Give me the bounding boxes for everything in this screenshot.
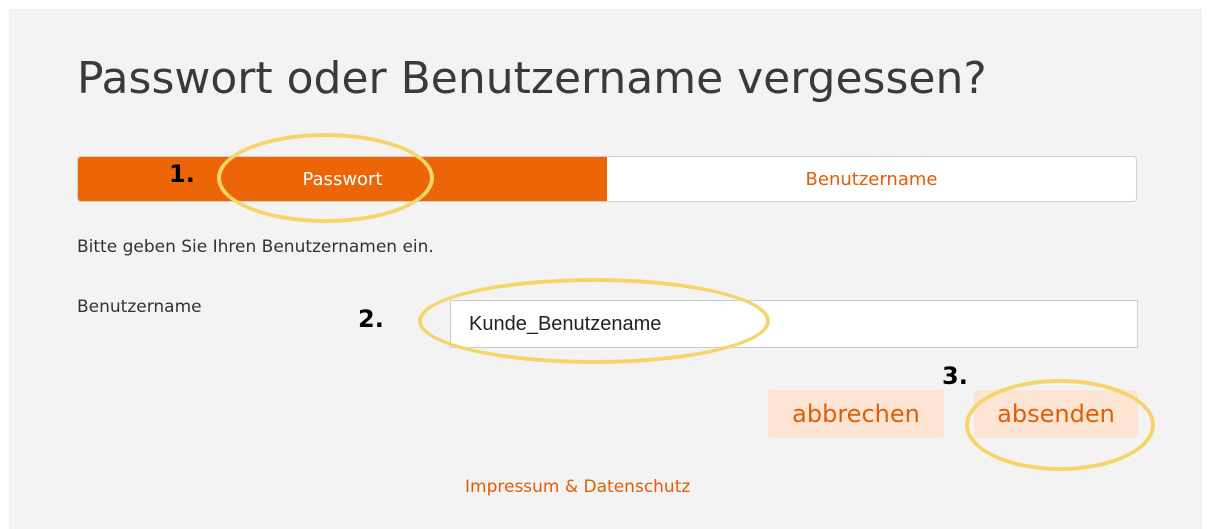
recovery-type-tabs: Passwort Benutzername: [77, 156, 1137, 202]
step-marker-1: 1.: [169, 160, 195, 188]
username-label: Benutzername: [77, 297, 202, 317]
form-panel: Passwort oder Benutzername vergessen? Pa…: [9, 9, 1202, 529]
imprint-privacy-link[interactable]: Impressum & Datenschutz: [465, 477, 690, 497]
page-title: Passwort oder Benutzername vergessen?: [77, 53, 987, 104]
submit-button[interactable]: absenden: [974, 390, 1138, 438]
instruction-text: Bitte geben Sie Ihren Benutzernamen ein.: [77, 237, 434, 257]
step-marker-3: 3.: [942, 362, 968, 390]
tab-passwort[interactable]: Passwort: [78, 157, 607, 201]
username-input[interactable]: [450, 300, 1138, 348]
cancel-button[interactable]: abbrechen: [768, 390, 944, 438]
tab-benutzername[interactable]: Benutzername: [607, 157, 1136, 201]
step-marker-2: 2.: [358, 305, 384, 333]
